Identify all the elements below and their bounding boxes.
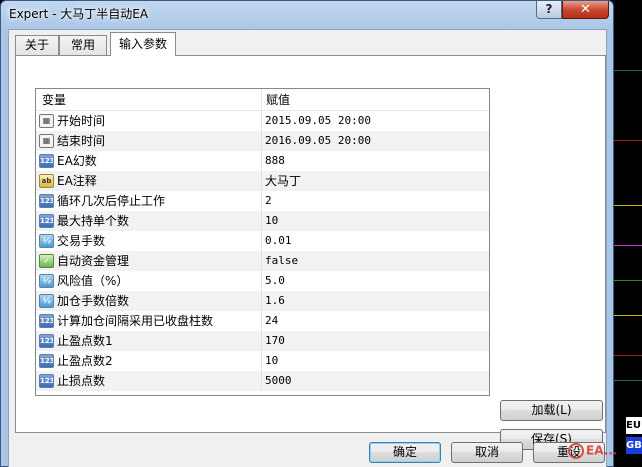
expert-dialog: Expert - 大马丁半自动EA ? ✕ 关于 常用 输入参数 变量 赋值 ▦… bbox=[0, 0, 614, 467]
integer-type-icon: 123 bbox=[39, 354, 54, 368]
boolean-type-icon: ✓ bbox=[39, 254, 54, 268]
parameter-value-cell[interactable]: 大马丁 bbox=[262, 171, 489, 191]
tab-about[interactable]: 关于 bbox=[15, 35, 59, 56]
parameter-row[interactable]: ab EA注释 大马丁 bbox=[36, 171, 489, 191]
double-type-icon: ½ bbox=[39, 274, 54, 288]
window-title: Expert - 大马丁半自动EA bbox=[9, 7, 149, 21]
parameter-name: 交易手数 bbox=[57, 234, 106, 248]
dialog-client-area: 关于 常用 输入参数 变量 赋值 ▦ 开始时间 2015.09.05 20:00 ▦ 结… bbox=[8, 29, 607, 467]
parameter-name-cell[interactable]: 123 止盈点数1 bbox=[36, 331, 262, 351]
parameter-value-cell[interactable]: 5000 bbox=[262, 371, 489, 391]
parameter-value-cell[interactable]: 170 bbox=[262, 331, 489, 351]
help-button[interactable]: ? bbox=[536, 1, 562, 19]
integer-type-icon: 123 bbox=[39, 374, 54, 388]
integer-type-icon: 123 bbox=[39, 194, 54, 208]
parameter-row[interactable]: 123 计算加仓间隔采用已收盘柱数 24 bbox=[36, 311, 489, 331]
parameter-value-cell[interactable]: 1.6 bbox=[262, 291, 489, 311]
parameter-name-cell[interactable]: ½ 交易手数 bbox=[36, 231, 262, 251]
parameter-row[interactable]: ✓ 自动资金管理 false bbox=[36, 251, 489, 271]
parameter-row[interactable]: ▦ 结束时间 2016.09.05 20:00 bbox=[36, 131, 489, 151]
parameter-row[interactable]: 123 最大持单个数 10 bbox=[36, 211, 489, 231]
parameter-name-cell[interactable]: ▦ 开始时间 bbox=[36, 111, 262, 131]
parameter-value-cell[interactable]: 24 bbox=[262, 311, 489, 331]
titlebar[interactable]: Expert - 大马丁半自动EA ? ✕ bbox=[1, 1, 613, 25]
parameter-name-cell[interactable]: 123 止盈点数2 bbox=[36, 351, 262, 371]
parameter-name-cell[interactable]: 123 计算加仓间隔采用已收盘柱数 bbox=[36, 311, 262, 331]
parameter-value-cell[interactable]: 888 bbox=[262, 151, 489, 171]
parameter-name: 风险值（%） bbox=[57, 274, 129, 288]
parameter-name-cell[interactable]: 123 循环几次后停止工作 bbox=[36, 191, 262, 211]
parameter-value-cell[interactable]: 2016.09.05 20:00 bbox=[262, 131, 489, 151]
parameter-name-cell[interactable]: 123 最大持单个数 bbox=[36, 211, 262, 231]
tab-inputs[interactable]: 输入参数 bbox=[110, 32, 176, 56]
parameter-name: 自动资金管理 bbox=[57, 254, 130, 268]
parameter-row[interactable]: ½ 交易手数 0.01 bbox=[36, 231, 489, 251]
parameter-name-cell[interactable]: 123 止损点数 bbox=[36, 371, 262, 391]
parameter-name: 计算加仓间隔采用已收盘柱数 bbox=[57, 314, 214, 328]
parameter-name: 止损点数 bbox=[57, 374, 106, 388]
parameter-row[interactable]: 123 循环几次后停止工作 2 bbox=[36, 191, 489, 211]
parameter-value-cell[interactable]: 5.0 bbox=[262, 271, 489, 291]
parameter-row[interactable]: 123 EA幻数 888 bbox=[36, 151, 489, 171]
parameter-row[interactable]: 123 止盈点数2 10 bbox=[36, 351, 489, 371]
parameter-value-cell[interactable]: false bbox=[262, 251, 489, 271]
tab-common[interactable]: 常用 bbox=[59, 35, 107, 56]
integer-type-icon: 123 bbox=[39, 314, 54, 328]
column-header-value[interactable]: 赋值 bbox=[262, 89, 489, 111]
watermark-mark-icon bbox=[568, 443, 584, 459]
parameter-name-cell[interactable]: ▦ 结束时间 bbox=[36, 131, 262, 151]
parameter-name-cell[interactable]: ½ 加仓手数倍数 bbox=[36, 291, 262, 311]
parameter-name: 最大持单个数 bbox=[57, 214, 130, 228]
background-chart bbox=[612, 0, 642, 467]
parameter-name: 结束时间 bbox=[57, 134, 106, 148]
parameter-name: 循环几次后停止工作 bbox=[57, 194, 166, 208]
parameter-row[interactable]: ▦ 开始时间 2015.09.05 20:00 bbox=[36, 111, 489, 131]
datetime-type-icon: ▦ bbox=[39, 114, 54, 128]
string-type-icon: ab bbox=[39, 174, 54, 188]
parameter-name-cell[interactable]: 123 EA幻数 bbox=[36, 151, 262, 171]
inputs-tab-panel: 变量 赋值 ▦ 开始时间 2015.09.05 20:00 ▦ 结束时间 2016.09.… bbox=[15, 55, 606, 450]
datetime-type-icon: ▦ bbox=[39, 134, 54, 148]
integer-type-icon: 123 bbox=[39, 154, 54, 168]
load-button[interactable]: 加载(L) bbox=[500, 400, 603, 421]
parameters-grid: 变量 赋值 ▦ 开始时间 2015.09.05 20:00 ▦ 结束时间 2016.09.… bbox=[35, 88, 490, 396]
parameter-row[interactable]: ½ 风险值（%） 5.0 bbox=[36, 271, 489, 291]
parameter-value-cell[interactable]: 2 bbox=[262, 191, 489, 211]
parameter-name: EA注释 bbox=[57, 174, 97, 188]
parameter-name-cell[interactable]: ✓ 自动资金管理 bbox=[36, 251, 262, 271]
parameter-row[interactable]: ½ 加仓手数倍数 1.6 bbox=[36, 291, 489, 311]
parameter-value-cell[interactable]: 10 bbox=[262, 351, 489, 371]
double-type-icon: ½ bbox=[39, 234, 54, 248]
close-button[interactable]: ✕ bbox=[562, 1, 609, 19]
parameter-value-cell[interactable]: 10 bbox=[262, 211, 489, 231]
parameter-name: 止盈点数1 bbox=[57, 334, 113, 348]
parameter-name: 加仓手数倍数 bbox=[57, 294, 130, 308]
parameter-name-cell[interactable]: ab EA注释 bbox=[36, 171, 262, 191]
watermark-text: EA... bbox=[586, 443, 618, 458]
parameter-name-cell[interactable]: ½ 风险值（%） bbox=[36, 271, 262, 291]
parameter-row[interactable]: 123 止盈点数1 170 bbox=[36, 331, 489, 351]
integer-type-icon: 123 bbox=[39, 334, 54, 348]
integer-type-icon: 123 bbox=[39, 214, 54, 228]
parameter-name: 开始时间 bbox=[57, 114, 106, 128]
parameter-value-cell[interactable]: 0.01 bbox=[262, 231, 489, 251]
parameter-row[interactable]: 123 止损点数 5000 bbox=[36, 371, 489, 391]
symbol-tag-eu[interactable]: EU bbox=[626, 417, 642, 434]
watermark-logo: EA... bbox=[568, 443, 638, 465]
ok-button[interactable]: 确定 bbox=[369, 442, 441, 463]
double-type-icon: ½ bbox=[39, 294, 54, 308]
cancel-button[interactable]: 取消 bbox=[451, 442, 523, 463]
parameter-name: EA幻数 bbox=[57, 154, 97, 168]
parameter-name: 止盈点数2 bbox=[57, 354, 113, 368]
parameter-value-cell[interactable]: 2015.09.05 20:00 bbox=[262, 111, 489, 131]
column-header-variable[interactable]: 变量 bbox=[36, 89, 262, 111]
